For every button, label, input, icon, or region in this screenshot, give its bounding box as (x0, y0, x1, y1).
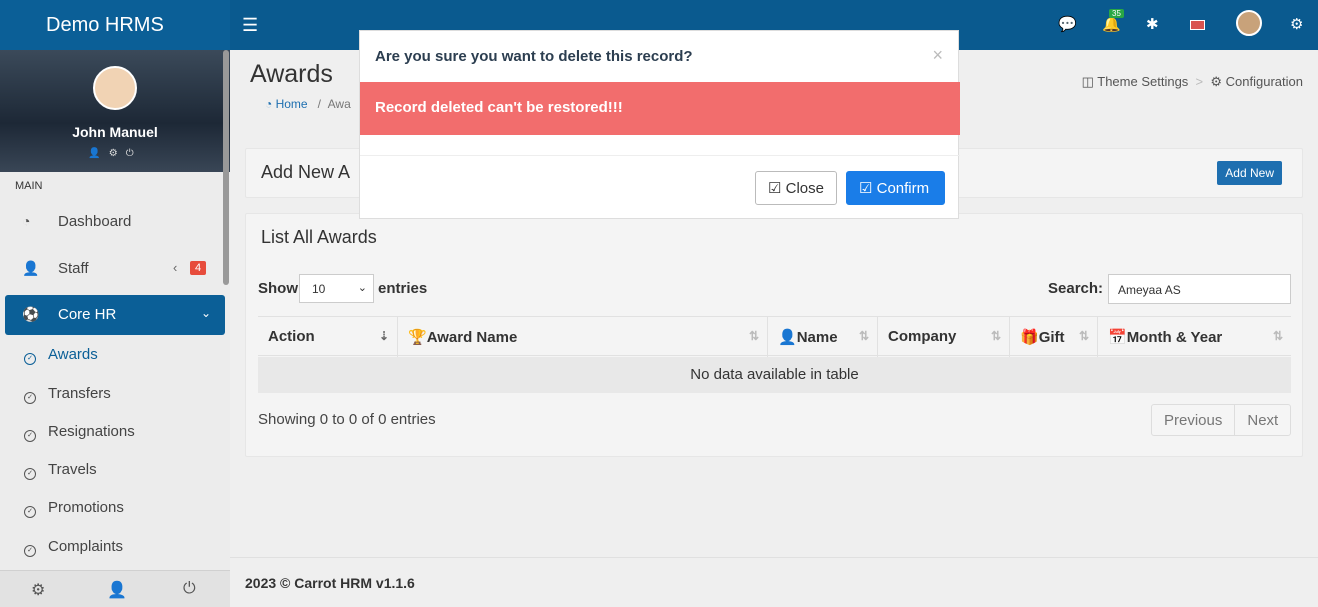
breadcrumb: ◔ Home / Awa (265, 97, 351, 111)
user-icon[interactable]: 👤 (107, 580, 127, 600)
search-input[interactable]: Ameyaa AS (1108, 274, 1291, 304)
pagination: Previous Next (1151, 404, 1292, 436)
sidebar-item-core-hr[interactable]: ⚽ Core HR ⌄ (5, 295, 225, 335)
sort-icon: ⇅ (1078, 329, 1089, 343)
staff-count-badge: 4 (190, 261, 207, 275)
user-icon: 👤 (778, 329, 797, 346)
chevron-down-icon: ⌄ (200, 306, 211, 320)
page-top-links: ◫ Theme Settings > ⚙ Configuration (1081, 74, 1303, 89)
trophy-icon: 🏆 (408, 329, 427, 346)
sort-icon: ⇅ (1272, 329, 1283, 343)
column-company[interactable]: Company ⇅ (878, 317, 1010, 357)
column-name[interactable]: 👤Name ⇅ (768, 317, 878, 357)
sidebar: John Manuel 👤⚙⏻ MAIN ◔ Dashboard 👤 Staff… (0, 50, 230, 607)
confirm-button[interactable]: ☑ Confirm (846, 171, 945, 205)
dashboard-icon: ◔ (265, 97, 273, 111)
sidebar-footer: ⚙ 👤 ⏻ (0, 570, 230, 607)
avatar[interactable] (1236, 10, 1262, 36)
sort-icon: ⇣ (378, 329, 389, 343)
add-new-button[interactable]: Add New (1217, 161, 1282, 185)
modal-divider (360, 155, 960, 156)
power-icon[interactable]: ⏻ (126, 148, 142, 159)
menu-icon[interactable]: ☰ (242, 15, 260, 35)
chat-icon[interactable]: 💬 (1058, 15, 1077, 33)
footer-copyright: 2023 © Carrot HRM v1.1.6 (245, 575, 415, 591)
check-circle-icon: ✓ (24, 468, 36, 480)
sort-icon: ⇅ (858, 329, 869, 343)
gear-icon[interactable]: ⚙ (109, 148, 126, 159)
brand-logo[interactable]: Demo HRMS (0, 0, 230, 50)
sidebar-item-complaints[interactable]: ✓ Complaints (24, 538, 123, 557)
profile-tools: 👤⚙⏻ (0, 148, 230, 159)
table-empty-row: No data available in table (258, 357, 1291, 393)
sort-icon: ⇅ (748, 329, 759, 343)
gear-icon: ⚙ (1210, 74, 1223, 89)
showing-entries-text: Showing 0 to 0 of 0 entries (258, 411, 436, 428)
next-button[interactable]: Next (1235, 405, 1290, 435)
chevron-down-icon: ⌄ (357, 282, 367, 294)
sidebar-item-staff[interactable]: 👤 Staff ‹ 4 (0, 249, 225, 289)
asterisk-icon[interactable]: ✱ (1146, 15, 1159, 33)
close-icon[interactable]: × (932, 45, 943, 66)
flag-icon[interactable] (1190, 20, 1205, 30)
gift-icon: 🎁 (1020, 329, 1039, 346)
sidebar-item-dashboard[interactable]: ◔ Dashboard (0, 202, 225, 242)
user-icon: 👤 (22, 260, 40, 276)
breadcrumb-current: Awa (327, 97, 351, 111)
configuration-link[interactable]: ⚙ Configuration (1210, 74, 1303, 89)
search-label: Search: (1048, 280, 1104, 297)
sidebar-item-promotions[interactable]: ✓ Promotions (24, 499, 124, 518)
sidebar-item-travels[interactable]: ✓ Travels (24, 461, 97, 480)
gear-icon[interactable]: ⚙ (1290, 15, 1303, 33)
power-icon[interactable]: ⏻ (183, 580, 196, 598)
column-action[interactable]: Action ⇣ (258, 317, 398, 357)
profile-avatar (93, 66, 137, 110)
check-circle-icon: ✓ (24, 545, 36, 557)
modal-title: Are you sure you want to delete this rec… (375, 48, 693, 65)
page-size-select[interactable]: 10 ⌄ (299, 274, 374, 303)
list-card-title: List All Awards (261, 227, 377, 247)
sidebar-item-resignations[interactable]: ✓ Resignations (24, 423, 135, 442)
check-circle-icon: ✓ (24, 353, 36, 365)
user-icon[interactable]: 👤 (88, 148, 108, 159)
add-card-title: Add New A (261, 162, 351, 182)
sidebar-item-transfers[interactable]: ✓ Transfers (24, 385, 111, 404)
entries-label: entries (378, 280, 428, 297)
column-award-name[interactable]: 🏆Award Name ⇅ (398, 317, 768, 357)
delete-confirm-modal: Are you sure you want to delete this rec… (359, 30, 960, 219)
column-gift[interactable]: 🎁Gift ⇅ (1010, 317, 1098, 357)
section-label: MAIN (15, 180, 43, 192)
sidebar-profile: John Manuel 👤⚙⏻ (0, 50, 230, 172)
sort-icon: ⇅ (990, 329, 1001, 343)
theme-settings-link[interactable]: ◫ Theme Settings (1082, 74, 1189, 89)
chevron-left-icon: ‹ (173, 260, 178, 275)
modal-warning-alert: Record deleted can't be restored!!! (360, 82, 960, 135)
table-header: Action ⇣ 🏆Award Name ⇅ 👤Name ⇅ Company ⇅ 🎁Gi… (258, 316, 1291, 357)
profile-name: John Manuel (72, 124, 158, 140)
sidebar-item-awards[interactable]: ✓ Awards (24, 346, 98, 365)
page-title: Awards (250, 60, 333, 88)
columns-icon: ◫ (1081, 74, 1094, 89)
calendar-icon: 📅 (1108, 329, 1127, 346)
check-circle-icon: ✓ (24, 392, 36, 404)
notification-badge: 35 (1109, 9, 1124, 18)
futbol-icon: ⚽ (22, 306, 40, 322)
check-circle-icon: ✓ (24, 506, 36, 518)
close-button[interactable]: ☑ Close (755, 171, 837, 205)
show-label: Show (258, 280, 298, 297)
check-square-icon: ☑ (768, 180, 782, 197)
dashboard-icon: ◔ (22, 213, 31, 229)
check-circle-icon: ✓ (24, 430, 36, 442)
previous-button[interactable]: Previous (1152, 405, 1236, 435)
breadcrumb-home[interactable]: ◔ Home (265, 97, 308, 111)
page-footer: 2023 © Carrot HRM v1.1.6 (230, 557, 1318, 607)
column-month-year[interactable]: 📅Month & Year ⇅ (1098, 317, 1291, 357)
gear-icon[interactable]: ⚙ (31, 580, 45, 600)
check-square-icon: ☑ (859, 180, 873, 197)
